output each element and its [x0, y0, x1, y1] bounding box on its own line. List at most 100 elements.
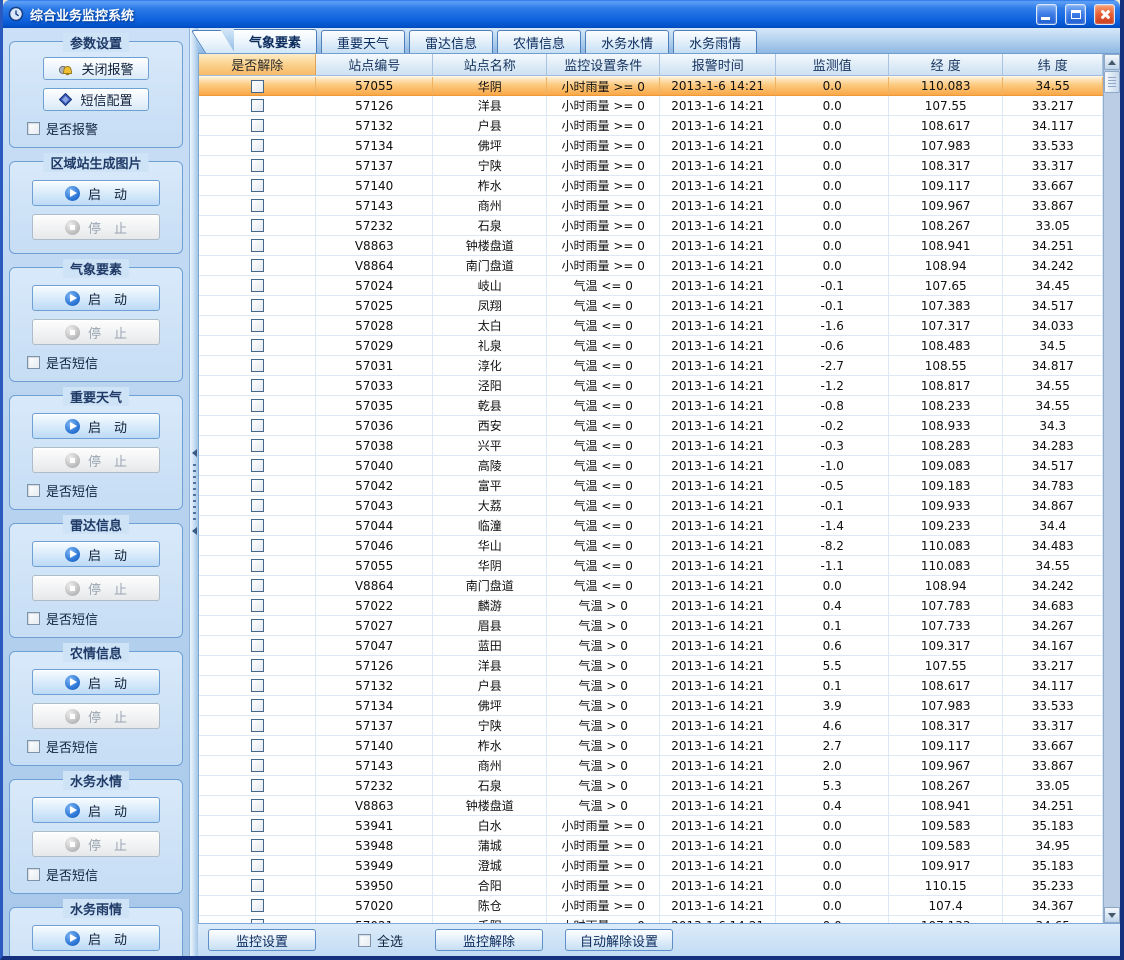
table-row[interactable]: 57022麟游气温 > 02013-1-6 14:210.4107.78334.… [199, 596, 1103, 616]
table-row[interactable]: 53941白水小时雨量 >= 02013-1-6 14:210.0109.583… [199, 816, 1103, 836]
table-row[interactable]: 57047蓝田气温 > 02013-1-6 14:210.6109.31734.… [199, 636, 1103, 656]
sms-checkbox[interactable] [27, 356, 40, 369]
table-row[interactable]: 57038兴平气温 <= 02013-1-6 14:21-0.3108.2833… [199, 436, 1103, 456]
table-row[interactable]: 57232石泉气温 > 02013-1-6 14:215.3108.26733.… [199, 776, 1103, 796]
table-row[interactable]: 57140柞水小时雨量 >= 02013-1-6 14:210.0109.117… [199, 176, 1103, 196]
start-button[interactable]: 启 动 [32, 285, 160, 311]
row-checkbox[interactable] [251, 559, 264, 572]
row-checkbox[interactable] [251, 259, 264, 272]
column-header-4[interactable]: 报警时间 [660, 54, 776, 75]
table-row[interactable]: 57143商州气温 > 02013-1-6 14:212.0109.96733.… [199, 756, 1103, 776]
sidebar-splitter[interactable] [189, 28, 198, 956]
scroll-up-button[interactable] [1104, 54, 1120, 70]
table-row[interactable]: 57043大荔气温 <= 02013-1-6 14:21-0.1109.9333… [199, 496, 1103, 516]
table-row[interactable]: 53950合阳小时雨量 >= 02013-1-6 14:210.0110.153… [199, 876, 1103, 896]
stop-button[interactable]: 停 止 [32, 831, 160, 857]
table-row[interactable]: 57137宁陕气温 > 02013-1-6 14:214.6108.31733.… [199, 716, 1103, 736]
table-row[interactable]: 57046华山气温 <= 02013-1-6 14:21-8.2110.0833… [199, 536, 1103, 556]
monitor-set-button[interactable]: 监控设置 [208, 929, 316, 951]
row-checkbox[interactable] [251, 679, 264, 692]
stop-button[interactable]: 停 止 [32, 319, 160, 345]
table-row[interactable]: 57132户县气温 > 02013-1-6 14:210.1108.61734.… [199, 676, 1103, 696]
table-row[interactable]: 57134佛坪气温 > 02013-1-6 14:213.9107.98333.… [199, 696, 1103, 716]
close-alarm-button[interactable]: 关闭报警 [43, 57, 149, 80]
maximize-button[interactable] [1065, 4, 1086, 25]
row-checkbox[interactable] [251, 479, 264, 492]
scrollbar-thumb[interactable] [1104, 71, 1120, 93]
table-row[interactable]: 57028太白气温 <= 02013-1-6 14:21-1.6107.3173… [199, 316, 1103, 336]
row-checkbox[interactable] [251, 599, 264, 612]
column-header-3[interactable]: 监控设置条件 [547, 54, 660, 75]
table-row[interactable]: 57040高陵气温 <= 02013-1-6 14:21-1.0109.0833… [199, 456, 1103, 476]
table-row[interactable]: 57031淳化气温 <= 02013-1-6 14:21-2.7108.5534… [199, 356, 1103, 376]
row-checkbox[interactable] [251, 379, 264, 392]
alarm-checkbox[interactable] [27, 122, 40, 135]
start-button[interactable]: 启 动 [32, 180, 160, 206]
table-row[interactable]: 57140柞水气温 > 02013-1-6 14:212.7109.11733.… [199, 736, 1103, 756]
table-row[interactable]: 57126洋县小时雨量 >= 02013-1-6 14:210.0107.553… [199, 96, 1103, 116]
sms-config-button[interactable]: 短信配置 [43, 88, 149, 111]
scroll-down-button[interactable] [1104, 907, 1120, 923]
row-checkbox[interactable] [251, 80, 264, 93]
start-button[interactable]: 启 动 [32, 541, 160, 567]
table-row[interactable]: 53948蒲城小时雨量 >= 02013-1-6 14:210.0109.583… [199, 836, 1103, 856]
table-row[interactable]: 57029礼泉气温 <= 02013-1-6 14:21-0.6108.4833… [199, 336, 1103, 356]
table-row[interactable]: V8863钟楼盘道小时雨量 >= 02013-1-6 14:210.0108.9… [199, 236, 1103, 256]
table-row[interactable]: V8863钟楼盘道气温 > 02013-1-6 14:210.4108.9413… [199, 796, 1103, 816]
table-row[interactable]: 57021千阳小时雨量 >= 02013-1-6 14:210.0107.133… [199, 916, 1103, 923]
row-checkbox[interactable] [251, 179, 264, 192]
table-row[interactable]: 57232石泉小时雨量 >= 02013-1-6 14:210.0108.267… [199, 216, 1103, 236]
tab-4[interactable]: 水务水情 [585, 30, 669, 53]
row-checkbox[interactable] [251, 339, 264, 352]
table-row[interactable]: 57042富平气温 <= 02013-1-6 14:21-0.5109.1833… [199, 476, 1103, 496]
row-checkbox[interactable] [251, 619, 264, 632]
row-checkbox[interactable] [251, 639, 264, 652]
row-checkbox[interactable] [251, 579, 264, 592]
sms-checkbox[interactable] [27, 484, 40, 497]
table-row[interactable]: V8864南门盘道小时雨量 >= 02013-1-6 14:210.0108.9… [199, 256, 1103, 276]
row-checkbox[interactable] [251, 819, 264, 832]
row-checkbox[interactable] [251, 399, 264, 412]
table-row[interactable]: 57143商州小时雨量 >= 02013-1-6 14:210.0109.967… [199, 196, 1103, 216]
tab-5[interactable]: 水务雨情 [673, 30, 757, 53]
row-checkbox[interactable] [251, 279, 264, 292]
row-checkbox[interactable] [251, 319, 264, 332]
row-checkbox[interactable] [251, 439, 264, 452]
row-checkbox[interactable] [251, 199, 264, 212]
table-row[interactable]: 57033泾阳气温 <= 02013-1-6 14:21-1.2108.8173… [199, 376, 1103, 396]
sms-checkbox[interactable] [27, 740, 40, 753]
column-header-0[interactable]: 是否解除 [199, 54, 316, 75]
row-checkbox[interactable] [251, 239, 264, 252]
table-row[interactable]: V8864南门盘道气温 <= 02013-1-6 14:210.0108.943… [199, 576, 1103, 596]
table-row[interactable]: 57132户县小时雨量 >= 02013-1-6 14:210.0108.617… [199, 116, 1103, 136]
tab-3[interactable]: 农情信息 [497, 30, 581, 53]
start-button[interactable]: 启 动 [32, 413, 160, 439]
row-checkbox[interactable] [251, 99, 264, 112]
column-header-2[interactable]: 站点名称 [433, 54, 548, 75]
row-checkbox[interactable] [251, 299, 264, 312]
table-row[interactable]: 57137宁陕小时雨量 >= 02013-1-6 14:210.0108.317… [199, 156, 1103, 176]
row-checkbox[interactable] [251, 759, 264, 772]
row-checkbox[interactable] [251, 699, 264, 712]
select-all-checkbox[interactable] [358, 934, 371, 947]
stop-button[interactable]: 停 止 [32, 575, 160, 601]
row-checkbox[interactable] [251, 779, 264, 792]
tab-0[interactable]: 气象要素 [234, 29, 317, 53]
table-row[interactable]: 57025凤翔气温 <= 02013-1-6 14:21-0.1107.3833… [199, 296, 1103, 316]
row-checkbox[interactable] [251, 159, 264, 172]
row-checkbox[interactable] [251, 879, 264, 892]
row-checkbox[interactable] [251, 459, 264, 472]
vertical-scrollbar[interactable] [1103, 54, 1120, 923]
sms-checkbox[interactable] [27, 868, 40, 881]
row-checkbox[interactable] [251, 739, 264, 752]
row-checkbox[interactable] [251, 799, 264, 812]
column-header-6[interactable]: 经 度 [889, 54, 1004, 75]
table-row[interactable]: 57027眉县气温 > 02013-1-6 14:210.1107.73334.… [199, 616, 1103, 636]
sms-checkbox[interactable] [27, 612, 40, 625]
column-header-5[interactable]: 监测值 [776, 54, 889, 75]
table-row[interactable]: 57055华阴小时雨量 >= 02013-1-6 14:210.0110.083… [199, 76, 1103, 96]
stop-button[interactable]: 停 止 [32, 447, 160, 473]
row-checkbox[interactable] [251, 839, 264, 852]
column-header-7[interactable]: 纬 度 [1003, 54, 1103, 75]
scrollbar-track[interactable] [1104, 94, 1120, 907]
